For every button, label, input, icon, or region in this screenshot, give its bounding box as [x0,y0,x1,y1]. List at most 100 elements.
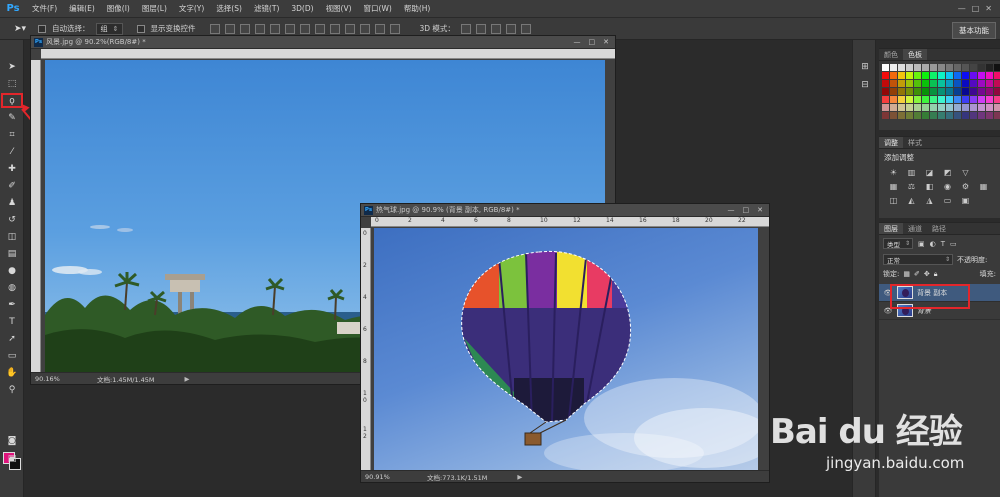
color-swatch[interactable] [994,80,1000,87]
auto-align-icon[interactable] [389,23,400,34]
color-swatch[interactable] [914,88,921,95]
color-swatch[interactable] [986,64,993,71]
auto-select-checkbox[interactable] [38,24,46,33]
color-swatch[interactable] [978,96,985,103]
color-swatch[interactable] [922,80,929,87]
3d-roll-icon[interactable] [475,23,486,34]
shape-tool-icon[interactable]: ▭ [0,347,24,364]
maximize-icon[interactable]: □ [743,206,750,214]
black-white-icon[interactable]: ◧ [923,182,936,191]
quick-mask-icon[interactable]: ◙ [0,432,24,449]
curves-icon[interactable]: ◪ [923,168,936,177]
color-swatch[interactable] [994,88,1000,95]
workspace-button[interactable]: 基本功能 [952,22,996,39]
color-swatch[interactable] [914,112,921,119]
color-swatch[interactable] [898,72,905,79]
menu-view[interactable]: 视图(V) [320,3,358,14]
lock-pixels-icon[interactable]: ✐ [914,270,920,278]
color-swatch[interactable] [898,96,905,103]
color-swatch[interactable] [946,88,953,95]
3d-slide-icon[interactable] [505,23,516,34]
color-swatch[interactable] [994,72,1000,79]
align-center-icon[interactable] [269,23,280,34]
align-right-icon[interactable] [284,23,295,34]
gradient-map-icon[interactable]: ▭ [941,196,954,205]
maximize-icon[interactable]: □ [589,38,596,46]
document-window-balloon[interactable]: Ps 热气球.jpg @ 90.9% (背景 副本, RGB/8#) * — □… [360,203,770,483]
move-tool-icon[interactable]: ➤ [0,58,24,75]
color-swatch[interactable] [954,104,961,111]
color-swatch[interactable] [954,96,961,103]
color-swatch[interactable] [906,104,913,111]
color-swatch[interactable] [890,88,897,95]
color-swatch[interactable] [994,64,1000,71]
healing-brush-tool-icon[interactable]: ✚ [0,160,24,177]
hand-tool-icon[interactable]: ✋ [0,364,24,381]
layer-filter-dropdown[interactable]: 类型 [883,238,913,249]
color-swatch[interactable] [922,104,929,111]
close-icon[interactable]: ✕ [603,38,609,46]
color-swatch[interactable] [914,64,921,71]
color-swatch[interactable] [986,72,993,79]
color-swatch[interactable] [930,112,937,119]
color-swatch[interactable] [970,96,977,103]
color-swatch[interactable] [930,96,937,103]
color-swatch[interactable] [898,104,905,111]
color-swatch[interactable] [970,80,977,87]
filter-pixel-icon[interactable]: ▣ [918,240,925,248]
screen-mode-icon[interactable]: ▣ [0,450,24,467]
history-panel-icon[interactable]: ⊞ [853,58,877,76]
menu-type[interactable]: 文字(Y) [173,3,210,14]
color-swatch[interactable] [986,96,993,103]
color-swatch[interactable] [906,80,913,87]
color-swatch[interactable] [882,88,889,95]
hue-saturation-icon[interactable]: ▦ [887,182,900,191]
tab-layers[interactable]: 图层 [879,223,903,234]
color-swatch[interactable] [954,88,961,95]
color-swatch[interactable] [986,80,993,87]
color-swatch[interactable] [946,64,953,71]
tab-paths[interactable]: 路径 [927,223,951,234]
zoom-level[interactable]: 90.91% [365,473,403,481]
menu-image[interactable]: 图像(I) [101,3,136,14]
color-swatch[interactable] [954,64,961,71]
auto-select-dropdown[interactable]: 组 [95,22,123,35]
properties-panel-icon[interactable]: ⊟ [853,76,877,94]
color-swatch[interactable] [938,88,945,95]
menu-layer[interactable]: 图层(L) [136,3,173,14]
threshold-icon[interactable]: ◮ [923,196,936,205]
color-swatch[interactable] [922,96,929,103]
invert-icon[interactable]: ◫ [887,196,900,205]
path-select-tool-icon[interactable]: ➚ [0,330,24,347]
color-swatch[interactable] [962,104,969,111]
minimize-icon[interactable]: — [728,206,735,214]
color-swatch[interactable] [986,112,993,119]
color-swatch[interactable] [946,104,953,111]
clone-stamp-tool-icon[interactable]: ♟ [0,194,24,211]
color-swatch[interactable] [962,112,969,119]
blend-mode-dropdown[interactable]: 正常 [883,254,953,265]
color-swatch[interactable] [914,80,921,87]
color-swatch[interactable] [994,112,1000,119]
align-middle-icon[interactable] [224,23,235,34]
color-swatch[interactable] [930,64,937,71]
blur-tool-icon[interactable]: ● [0,262,24,279]
color-lookup-icon[interactable]: ▦ [977,182,990,191]
color-swatch[interactable] [970,104,977,111]
marquee-tool-icon[interactable]: ⬚ [0,75,24,92]
color-swatch[interactable] [882,80,889,87]
align-bottom-icon[interactable] [239,23,250,34]
tab-adjustments[interactable]: 调整 [879,137,903,148]
color-swatch[interactable] [930,104,937,111]
pen-tool-icon[interactable]: ✒ [0,296,24,313]
minimize-icon[interactable]: — [574,38,581,46]
color-swatch[interactable] [898,80,905,87]
color-swatch[interactable] [954,72,961,79]
color-swatch[interactable] [922,112,929,119]
type-tool-icon[interactable]: T [0,313,24,330]
move-tool-preset-icon[interactable]: ➤▾ [8,21,32,37]
color-swatch[interactable] [994,96,1000,103]
color-swatch[interactable] [930,88,937,95]
distribute-middle-icon[interactable] [314,23,325,34]
color-swatch[interactable] [890,104,897,111]
